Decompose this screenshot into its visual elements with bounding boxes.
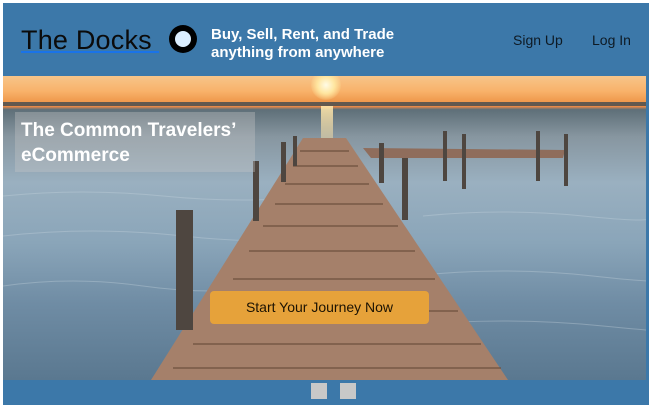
- log-in-link[interactable]: Log In: [592, 32, 631, 48]
- sign-up-link[interactable]: Sign Up: [513, 32, 563, 48]
- hero-title: The Common Travelers’ eCommerce: [21, 120, 236, 166]
- site-tagline: Buy, Sell, Rent, and Trade anything from…: [211, 26, 395, 61]
- hero-banner: The Common Travelers’ eCommerce Start Yo…: [3, 76, 646, 380]
- brand-underline: [21, 51, 159, 53]
- carousel-dot-2[interactable]: [340, 383, 356, 399]
- carousel-dot-1[interactable]: [311, 383, 327, 399]
- circle-logo-icon: [169, 25, 197, 53]
- start-journey-button[interactable]: Start Your Journey Now: [210, 291, 429, 324]
- site-header: The Docks Buy, Sell, Rent, and Trade any…: [3, 3, 649, 79]
